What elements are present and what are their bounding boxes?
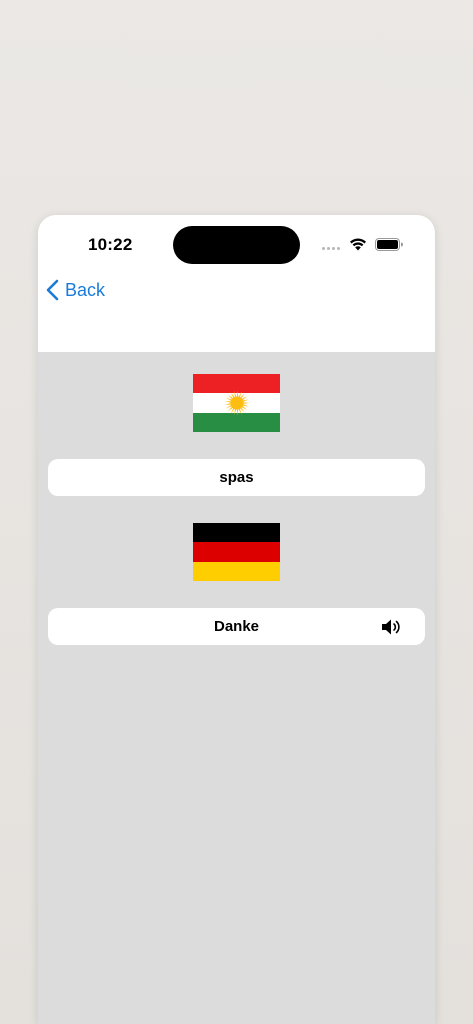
kurdistan-flag-icon	[193, 374, 280, 432]
dynamic-island	[173, 226, 300, 264]
translation-content: spas Danke	[38, 352, 435, 1024]
germany-flag-icon	[193, 523, 280, 581]
wifi-icon	[350, 238, 366, 251]
battery-icon	[375, 238, 403, 251]
status-time: 10:22	[88, 235, 133, 254]
cellular-signal-icon	[322, 247, 342, 251]
source-word-card: spas	[48, 459, 425, 496]
navigation-bar: 10:22 Back	[38, 215, 435, 352]
back-label: Back	[65, 279, 106, 300]
speaker-icon[interactable]	[381, 618, 403, 636]
phone-screen: 10:22 Back spas Danke	[38, 215, 435, 1024]
target-word-card: Danke	[48, 608, 425, 645]
target-word: Danke	[213, 618, 260, 635]
chevron-left-icon	[46, 279, 59, 301]
back-button[interactable]: Back	[46, 279, 105, 301]
sun-icon	[224, 390, 249, 416]
source-word: spas	[219, 469, 254, 486]
